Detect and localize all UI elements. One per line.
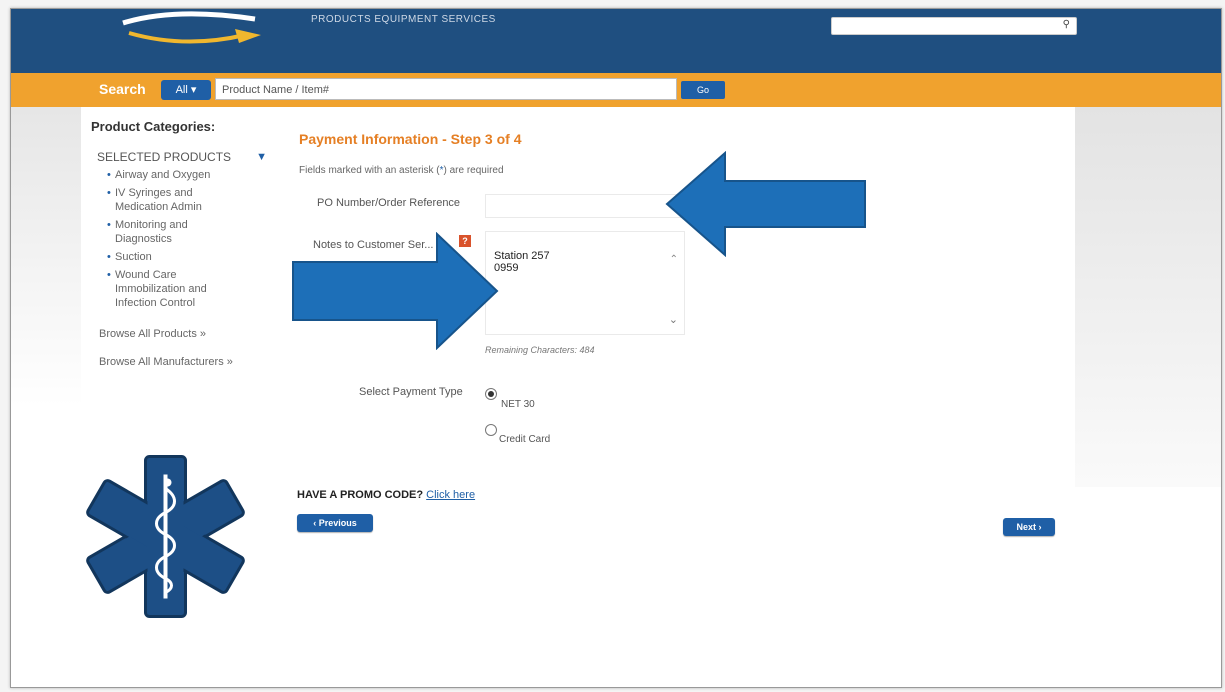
search-go-button[interactable]: Go [681,81,725,99]
radio-net30-label: NET 30 [501,399,535,410]
next-button[interactable]: Next › [1003,518,1055,536]
header-search-input[interactable]: ⚲ [831,17,1077,35]
screen-frame: PRODUCTS EQUIPMENT SERVICES ⚲ Search All… [10,8,1222,688]
browse-all-manufacturers-link[interactable]: Browse All Manufacturers » [99,356,271,368]
search-input[interactable]: Product Name / Item# [215,78,677,100]
category-sidebar: Product Categories: SELECTED PRODUCTS ▼ … [91,119,271,368]
required-fields-note: Fields marked with an asterisk (*) are r… [299,165,504,176]
remaining-characters: Remaining Characters: 484 [485,345,595,355]
radio-net30[interactable] [485,388,497,400]
category-item[interactable]: Airway and Oxygen [107,168,227,182]
chevron-down-icon[interactable]: ▼ [256,151,267,163]
browse-all-products-link[interactable]: Browse All Products » [99,328,271,340]
promo-text: HAVE A PROMO CODE? [297,489,424,501]
payment-type-label: Select Payment Type [359,386,463,398]
category-item[interactable]: Monitoring and Diagnostics [107,218,227,246]
selected-products-toggle[interactable]: SELECTED PRODUCTS ▼ [97,150,267,164]
radio-credit-card-label: Credit Card [499,434,551,445]
sidebar-title: Product Categories: [91,119,216,134]
page-title: Payment Information - Step 3 of 4 [299,131,522,147]
search-icon[interactable]: ⚲ [1063,19,1070,30]
promo-code-prompt: HAVE A PROMO CODE? Click here [297,489,475,501]
search-bar: Search All ▾ Product Name / Item# Go [11,73,1221,107]
promo-click-here-link[interactable]: Click here [426,489,475,501]
notes-text: Station 257 0959 [494,250,550,274]
radio-credit-card[interactable] [485,424,497,436]
category-item[interactable]: Suction [107,250,227,264]
category-item[interactable]: IV Syringes and Medication Admin [107,186,227,214]
logo[interactable] [115,9,265,49]
required-note-text-end: ) are required [443,165,504,176]
right-gutter [1075,107,1221,487]
header-bar: PRODUCTS EQUIPMENT SERVICES ⚲ [11,9,1221,73]
po-number-label: PO Number/Order Reference [317,197,461,209]
annotation-arrow-left-icon [665,151,866,257]
po-number-field[interactable] [485,194,687,218]
required-note-text: Fields marked with an asterisk ( [299,165,440,176]
chevron-down-icon[interactable]: ⌄ [669,313,678,326]
notes-textarea[interactable]: Station 257 0959 ⌃ ⌄ [485,231,685,335]
annotation-arrow-right-icon [292,232,499,350]
selected-products-label: SELECTED PRODUCTS [97,150,232,164]
left-gutter [11,107,81,407]
category-list: Airway and Oxygen IV Syringes and Medica… [107,168,227,310]
search-label: Search [99,81,146,97]
category-item[interactable]: Wound Care Immobilization and Infection … [107,268,227,310]
header-nav[interactable]: PRODUCTS EQUIPMENT SERVICES [311,14,496,25]
star-of-life-icon [86,455,245,618]
previous-button[interactable]: ‹ Previous [297,514,373,532]
search-scope-dropdown[interactable]: All ▾ [161,80,211,100]
